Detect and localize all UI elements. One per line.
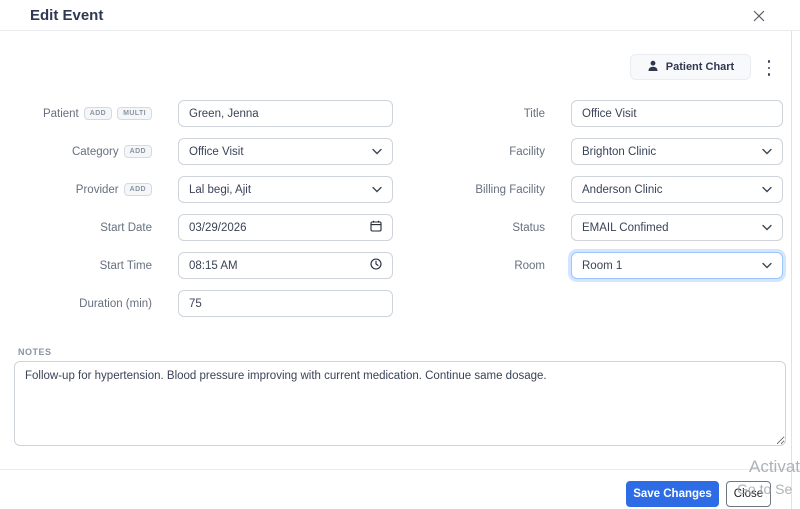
room-label: Room xyxy=(514,259,545,272)
start-date-input[interactable]: 03/29/2026 xyxy=(178,214,393,241)
add-badge[interactable]: ADD xyxy=(123,145,152,158)
status-select[interactable]: EMAIL Confimed xyxy=(571,214,783,241)
category-label: Category xyxy=(71,145,119,158)
facility-select[interactable]: Brighton Clinic xyxy=(571,138,783,165)
form-left-column: Patient ADD MULTI Green, Jenna Category … xyxy=(2,100,393,328)
title-label: Title xyxy=(523,107,545,120)
field-title: Title Office Visit xyxy=(430,100,783,127)
start-date-label: Start Date xyxy=(100,221,152,234)
multi-badge[interactable]: MULTI xyxy=(117,107,152,120)
chevron-down-icon xyxy=(372,184,382,196)
windows-activation-watermark-line1: Activat xyxy=(749,457,800,476)
clock-icon[interactable] xyxy=(370,258,382,273)
footer-divider xyxy=(0,469,800,470)
field-start-date: Start Date 03/29/2026 xyxy=(2,214,393,241)
calendar-icon[interactable] xyxy=(370,220,382,235)
close-icon[interactable] xyxy=(751,8,767,24)
footer-buttons: Save Changes Close xyxy=(626,481,771,507)
notes-textarea[interactable] xyxy=(14,361,786,446)
field-provider: Provider ADD Lal begi, Ajit xyxy=(2,176,393,203)
billing-facility-label: Billing Facility xyxy=(475,183,545,196)
duration-input[interactable]: 75 xyxy=(178,290,393,317)
close-button[interactable]: Close xyxy=(726,481,771,507)
provider-label: Provider xyxy=(75,183,119,196)
category-select[interactable]: Office Visit xyxy=(178,138,393,165)
field-category: Category ADD Office Visit xyxy=(2,138,393,165)
facility-label: Facility xyxy=(509,145,545,158)
dialog-title: Edit Event xyxy=(30,7,104,24)
field-room: Room Room 1 xyxy=(430,252,783,279)
notes-label: NOTES xyxy=(18,347,52,357)
form-right-column: Title Office Visit Facility Brighton Cli… xyxy=(430,100,783,290)
chevron-down-icon xyxy=(762,260,772,272)
start-time-input[interactable]: 08:15 AM xyxy=(178,252,393,279)
patient-chart-button[interactable]: Patient Chart xyxy=(630,54,751,80)
dialog-header: Edit Event xyxy=(0,0,800,31)
status-label: Status xyxy=(512,221,545,234)
dialog-right-border xyxy=(791,31,792,509)
patient-input[interactable]: Green, Jenna xyxy=(178,100,393,127)
add-badge[interactable]: ADD xyxy=(83,107,113,120)
room-select[interactable]: Room 1 xyxy=(571,252,783,279)
chevron-down-icon xyxy=(372,146,382,158)
patient-label: Patient xyxy=(42,107,79,120)
field-status: Status EMAIL Confimed xyxy=(430,214,783,241)
more-options-icon[interactable] xyxy=(764,60,774,76)
title-input[interactable]: Office Visit xyxy=(571,100,783,127)
field-patient: Patient ADD MULTI Green, Jenna xyxy=(2,100,393,127)
chevron-down-icon xyxy=(762,184,772,196)
duration-label: Duration (min) xyxy=(79,297,152,310)
field-billing-facility: Billing Facility Anderson Clinic xyxy=(430,176,783,203)
chevron-down-icon xyxy=(762,222,772,234)
save-changes-button[interactable]: Save Changes xyxy=(626,481,719,507)
add-badge[interactable]: ADD xyxy=(123,183,152,196)
person-icon xyxy=(647,60,659,75)
start-time-label: Start Time xyxy=(99,259,152,272)
field-facility: Facility Brighton Clinic xyxy=(430,138,783,165)
field-duration: Duration (min) 75 xyxy=(2,290,393,317)
chevron-down-icon xyxy=(762,146,772,158)
patient-chart-label: Patient Chart xyxy=(665,61,735,73)
billing-facility-select[interactable]: Anderson Clinic xyxy=(571,176,783,203)
field-start-time: Start Time 08:15 AM xyxy=(2,252,393,279)
provider-select[interactable]: Lal begi, Ajit xyxy=(178,176,393,203)
